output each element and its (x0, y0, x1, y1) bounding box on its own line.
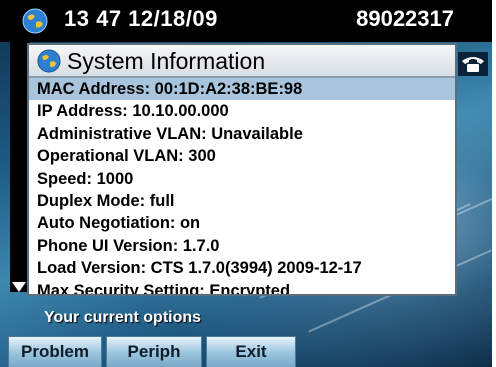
globe-icon (37, 49, 61, 73)
time-date: 13 47 12/18/09 (64, 6, 218, 31)
phone-screen: 13 47 12/18/09 89022317 System Informati… (0, 0, 492, 367)
list-item[interactable]: Duplex Mode: full (29, 190, 455, 212)
system-information-dialog: System Information MAC Address: 00:1D:A2… (27, 43, 457, 296)
list-item[interactable]: Max Security Setting: Encrypted (29, 280, 455, 294)
list-item[interactable]: Speed: 1000 (29, 168, 455, 190)
list-item[interactable]: Load Version: CTS 1.7.0(3994) 2009-12-17 (29, 257, 455, 279)
list-item[interactable]: Phone UI Version: 1.7.0 (29, 235, 455, 257)
status-header: 13 47 12/18/09 89022317 (0, 0, 492, 42)
info-list: MAC Address: 00:1D:A2:38:BE:98 IP Addres… (29, 78, 455, 294)
dialog-title: System Information (67, 48, 266, 74)
problem-button[interactable]: Problem (8, 336, 102, 367)
dialog-title-bar: System Information (29, 45, 455, 78)
down-arrow-icon[interactable] (12, 282, 26, 292)
list-item[interactable]: Auto Negotiation: on (29, 212, 455, 234)
list-item[interactable]: IP Address: 10.10.00.000 (29, 100, 455, 122)
line-extension: 89022317 (356, 6, 454, 31)
phone-icon[interactable] (458, 52, 488, 76)
softkey-bar: Problem Periph Exit (0, 336, 492, 367)
globe-icon (22, 8, 48, 34)
screen-bezel (492, 0, 496, 367)
options-bar: Your current options (0, 308, 492, 330)
exit-button[interactable]: Exit (206, 336, 296, 367)
list-item[interactable]: MAC Address: 00:1D:A2:38:BE:98 (29, 78, 455, 101)
list-item[interactable]: Operational VLAN: 300 (29, 145, 455, 167)
periph-button[interactable]: Periph (106, 336, 202, 367)
list-item[interactable]: Administrative VLAN: Unavailable (29, 123, 455, 145)
options-prompt: Your current options (44, 309, 202, 326)
